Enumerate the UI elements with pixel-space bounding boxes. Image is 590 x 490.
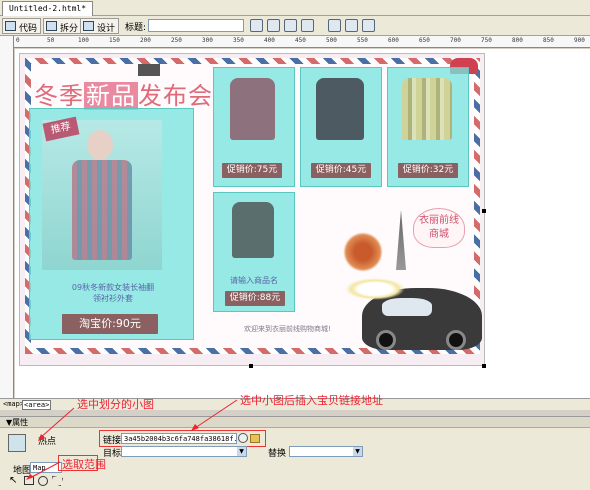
annotation-select-range: 选取范围 [62, 458, 106, 471]
annotation-select-small: 选中划分的小图 [77, 398, 154, 411]
annotation-insert-link: 选中小图后插入宝贝链接地址 [240, 394, 383, 407]
annotation-arrows [26, 399, 238, 480]
